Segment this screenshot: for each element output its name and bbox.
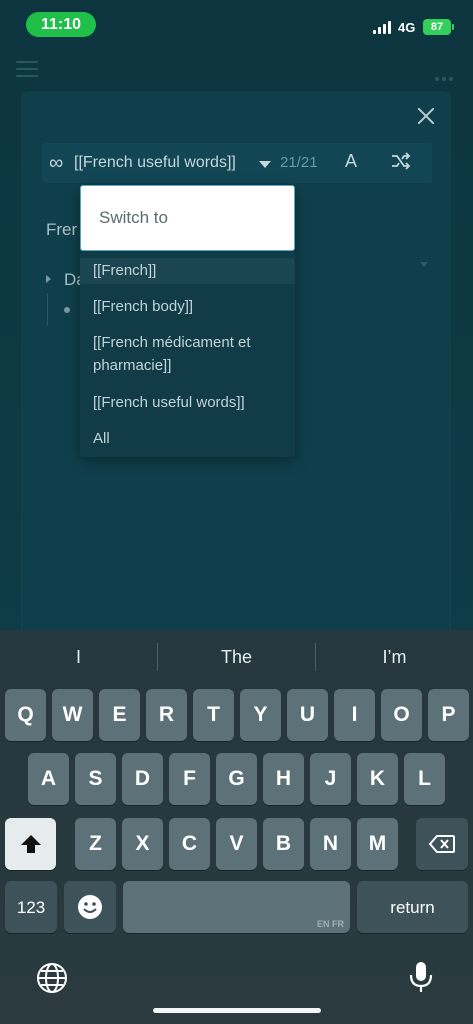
key-letter[interactable]: M [357,818,398,870]
dropdown-item[interactable]: [[French médicament et pharmacie]] [80,331,285,377]
switch-to-input[interactable] [80,185,295,251]
status-time: 11:10 [26,12,96,37]
key-letter[interactable]: P [428,689,469,741]
network-type: 4G [398,20,416,35]
return-key-label: return [390,898,435,917]
numbers-key[interactable]: 123 [5,881,57,933]
suggestion-1[interactable]: I [0,647,157,671]
collapse-bullet-icon[interactable] [46,275,51,283]
microphone-icon[interactable] [408,960,434,994]
dropdown-item[interactable]: All [80,427,295,450]
bullet-dot-icon [64,307,70,313]
shift-arrow-icon [20,835,41,853]
hamburger-menu-icon[interactable] [16,61,38,79]
key-letter[interactable]: U [287,689,328,741]
key-letter[interactable]: Q [5,689,46,741]
key-letter[interactable]: X [122,818,163,870]
key-letter[interactable]: F [169,753,210,805]
key-letter[interactable]: L [404,753,445,805]
key-letter[interactable]: J [310,753,351,805]
key-letter[interactable]: A [28,753,69,805]
emoji-key[interactable] [64,881,116,933]
backspace-icon [428,835,455,853]
key-letter[interactable]: Y [240,689,281,741]
dropdown-item[interactable]: [[French useful words]] [80,391,295,414]
key-letter[interactable]: B [263,818,304,870]
key-letter[interactable]: Z [75,818,116,870]
cellular-signal-icon [373,20,393,34]
shift-key[interactable] [5,818,56,870]
key-letter[interactable]: G [216,753,257,805]
battery-icon: 87 [423,19,454,35]
card-counter: 21/21 [280,154,318,171]
backspace-key[interactable] [416,818,468,870]
key-letter[interactable]: I [334,689,375,741]
key-letter[interactable]: T [193,689,234,741]
status-bar: 11:10 4G 87 [0,0,473,50]
suggestion-3[interactable]: I’m [316,647,473,671]
key-letter[interactable]: S [75,753,116,805]
key-letter[interactable]: C [169,818,210,870]
emoji-icon [78,895,102,919]
key-letter[interactable]: N [310,818,351,870]
globe-icon[interactable] [36,962,68,994]
page-block-text: Frer [46,220,78,239]
battery-level: 87 [430,21,444,33]
small-caret-icon [420,262,428,267]
key-letter[interactable]: R [146,689,187,741]
key-letter[interactable]: V [216,818,257,870]
return-key[interactable]: return [357,881,468,933]
dropdown-item[interactable]: [[French]] [80,258,295,284]
deck-selector[interactable]: [[French useful words]] [74,154,236,172]
key-letter[interactable]: O [381,689,422,741]
suggestion-2[interactable]: The [158,647,315,671]
home-indicator[interactable] [153,1008,321,1013]
key-letter[interactable]: W [52,689,93,741]
more-options-icon[interactable] [435,68,459,81]
shuffle-icon[interactable] [390,151,412,171]
key-letter[interactable]: K [357,753,398,805]
key-letter[interactable]: E [99,689,140,741]
caret-down-icon[interactable] [259,161,271,168]
infinity-icon[interactable]: ∞ [49,152,63,175]
close-icon[interactable] [414,104,438,128]
indent-guide [47,293,48,326]
numbers-key-label: 123 [16,898,46,917]
key-letter[interactable]: H [263,753,304,805]
dropdown-item[interactable]: [[French body]] [80,295,295,318]
space-language-label: EN FR [317,919,344,929]
space-key[interactable]: EN FR [123,881,350,933]
font-toggle-button[interactable]: A [345,151,357,172]
key-letter[interactable]: D [122,753,163,805]
